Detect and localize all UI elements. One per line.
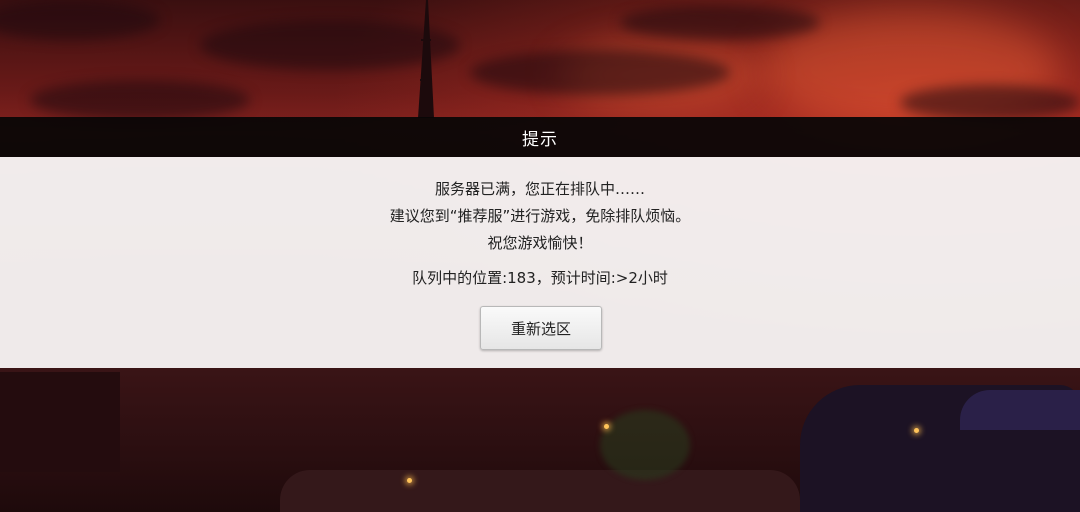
reselect-server-button[interactable]: 重新选区 <box>480 306 602 350</box>
game-background: 提示 服务器已满，您正在排队中…… 建议您到“推荐服”进行游戏，免除排队烦恼。 … <box>0 0 1080 512</box>
recommend-server-message: 建议您到“推荐服”进行游戏，免除排队烦恼。 <box>389 207 691 225</box>
dialog-title: 提示 <box>522 129 558 150</box>
dialog-header: 提示 <box>0 117 1080 157</box>
queue-info: 队列中的位置:183，预计时间:>2小时 <box>412 269 668 287</box>
radio-tower <box>418 0 434 118</box>
ember <box>604 424 609 429</box>
ruined-building <box>0 372 120 472</box>
rock-ledge <box>280 470 800 512</box>
cloud <box>30 80 250 120</box>
cloud <box>470 50 730 95</box>
cloud <box>0 0 160 40</box>
shrub <box>600 410 690 480</box>
ember <box>914 428 919 433</box>
cloud <box>900 85 1080 120</box>
server-full-message: 服务器已满，您正在排队中…… <box>434 180 645 198</box>
cloud <box>620 5 820 40</box>
ember <box>407 478 412 483</box>
rock-cliff-highlight <box>960 390 1080 430</box>
greeting-message: 祝您游戏愉快！ <box>487 234 593 252</box>
dialog-body: 服务器已满，您正在排队中…… 建议您到“推荐服”进行游戏，免除排队烦恼。 祝您游… <box>0 157 1080 368</box>
